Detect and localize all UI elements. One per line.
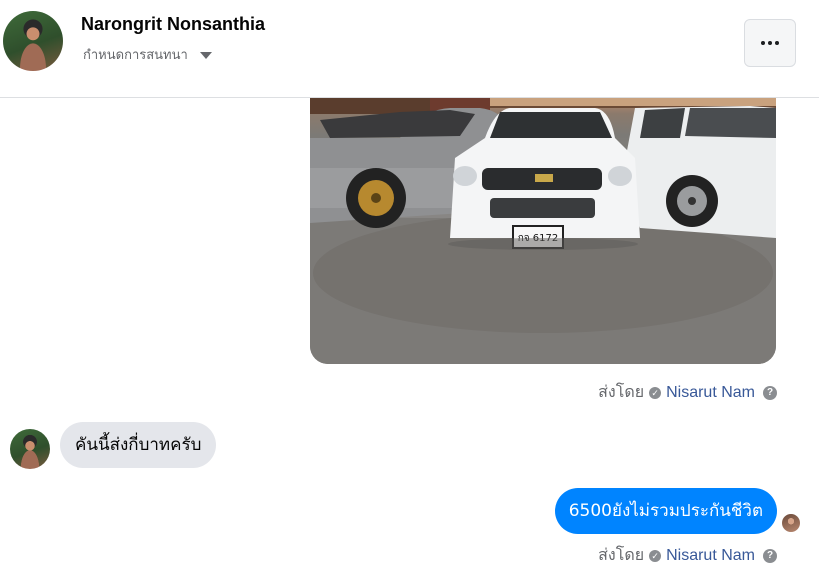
more-options-button[interactable] [744,19,796,67]
question-circle-icon[interactable]: ? [763,548,777,563]
contact-avatar[interactable] [3,11,63,71]
sent-by-row: ส่งโดย ✓ Nisarut Nam ? [598,543,777,568]
contact-avatar-small[interactable] [10,429,50,469]
check-circle-icon: ✓ [649,386,662,399]
check-circle-icon: ✓ [649,549,662,562]
manage-conversation-dropdown[interactable]: กำหนดการสนทนา [83,44,212,65]
sent-by-label: ส่งโดย [598,547,645,564]
ellipsis-icon [761,41,765,45]
car-photo: กจ 6172 [310,98,776,364]
sender-name-link[interactable]: Nisarut Nam [666,384,755,402]
outgoing-message-bubble[interactable]: 6500ยังไม่รวมประกันชีวิต [554,488,777,534]
sent-by-row: ส่งโดย ✓ Nisarut Nam ? [598,380,777,405]
caret-down-icon [199,52,212,59]
contact-name[interactable]: Narongrit Nonsanthia [81,14,265,35]
seen-by-avatar [781,513,801,533]
sent-by-label: ส่งโดย [598,384,645,401]
question-circle-icon[interactable]: ? [763,385,777,400]
conversation-header: Narongrit Nonsanthia กำหนดการสนทนา [0,0,819,98]
incoming-message-bubble[interactable]: คันนี้ส่งกี่บาทครับ [60,422,217,468]
message-image-car[interactable]: กจ 6172 [310,98,776,364]
sender-name-link[interactable]: Nisarut Nam [666,547,755,565]
manage-conversation-label: กำหนดการสนทนา [83,48,188,63]
